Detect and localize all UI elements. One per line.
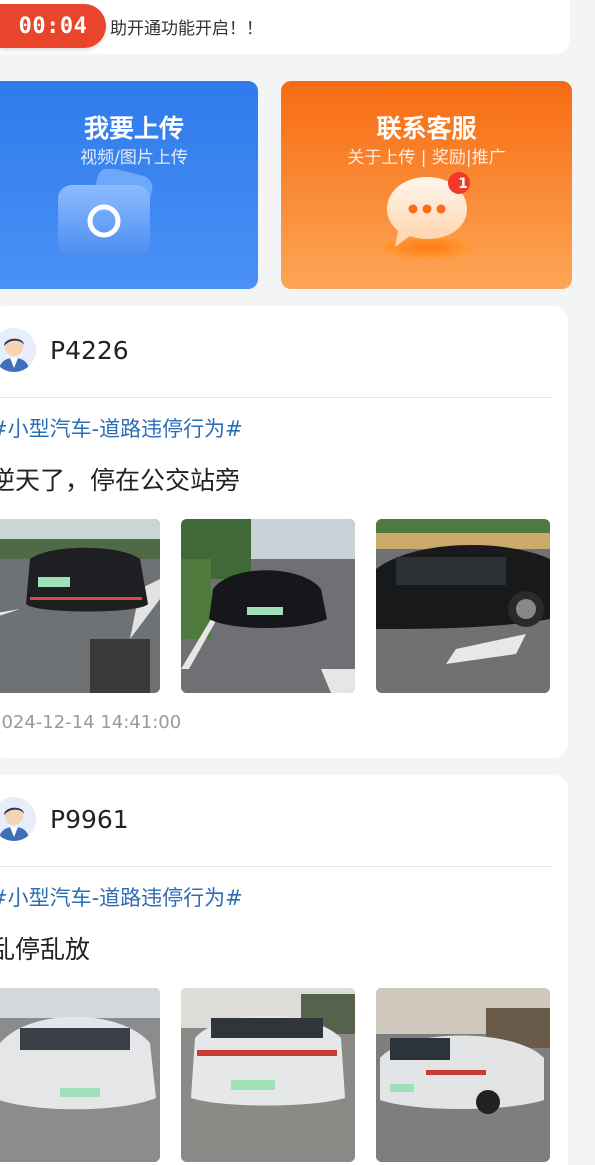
photo-gallery bbox=[0, 988, 560, 1162]
post-timestamp: 2024-12-14 14:41:00 bbox=[0, 712, 182, 733]
post-text: 逆天了，停在公交站旁 bbox=[0, 466, 241, 495]
black-suv-side-photo[interactable] bbox=[376, 519, 550, 693]
contact-support-button[interactable]: 联系客服 关于上传 | 奖励|推广 1 bbox=[281, 81, 572, 289]
contact-subtitle: 关于上传 | 奖励|推广 bbox=[347, 148, 506, 168]
divider bbox=[0, 397, 552, 398]
upload-button[interactable]: 我要上传 视频/图片上传 bbox=[0, 81, 258, 289]
post-card[interactable]: P4226 #小型汽车-道路违停行为# 逆天了，停在公交站旁 2024-12-1… bbox=[0, 306, 568, 758]
avatar[interactable] bbox=[0, 328, 36, 372]
notice-text: 助开通功能开启！！ bbox=[110, 19, 263, 39]
upload-title: 我要上传 bbox=[83, 114, 184, 143]
white-suv-front-photo[interactable] bbox=[0, 988, 160, 1162]
app-screen: 00:04 助开通功能开启！！ 我要上传 视频/图片上传 联系客服 关于上传 |… bbox=[0, 0, 595, 1165]
username[interactable]: P9961 bbox=[50, 805, 129, 834]
white-suv-rear-photo[interactable] bbox=[181, 988, 355, 1162]
contact-title: 联系客服 bbox=[376, 114, 477, 143]
countdown-timer: 00:04 bbox=[0, 4, 106, 48]
username[interactable]: P4226 bbox=[50, 336, 129, 365]
camera-icon bbox=[58, 169, 153, 257]
notification-badge: 1 bbox=[458, 176, 468, 192]
post-tag[interactable]: #小型汽车-道路违停行为# bbox=[0, 413, 243, 443]
photo-gallery bbox=[0, 519, 560, 693]
user-avatar-icon bbox=[0, 328, 36, 372]
black-suv-rear-photo[interactable] bbox=[0, 519, 160, 693]
avatar[interactable] bbox=[0, 797, 36, 841]
black-suv-front-photo[interactable] bbox=[181, 519, 355, 693]
divider bbox=[0, 866, 552, 867]
post-tag[interactable]: #小型汽车-道路违停行为# bbox=[0, 882, 243, 912]
user-avatar-icon bbox=[0, 797, 36, 841]
post-text: 乱停乱放 bbox=[0, 935, 91, 964]
white-suv-rear-angle-photo[interactable] bbox=[376, 988, 550, 1162]
post-card[interactable]: P9961 #小型汽车-道路违停行为# 乱停乱放 bbox=[0, 775, 568, 1165]
upload-subtitle: 视频/图片上传 bbox=[80, 148, 188, 168]
